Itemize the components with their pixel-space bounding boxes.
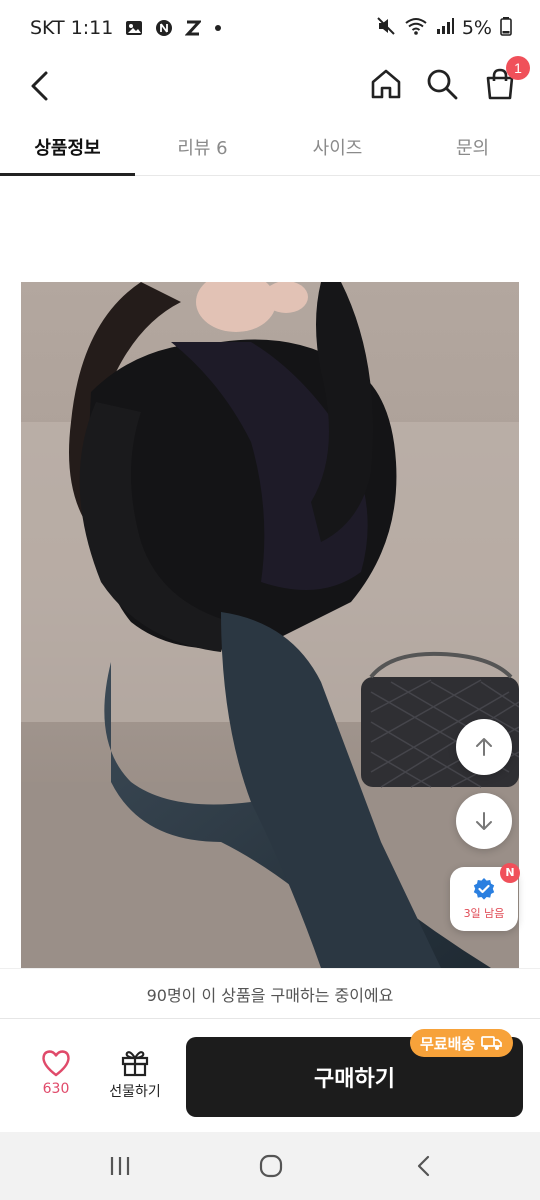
back-chevron-icon (417, 1155, 430, 1177)
new-badge: N (500, 863, 520, 883)
truck-icon (481, 1036, 503, 1050)
buy-label: 구매하기 (314, 1067, 395, 1092)
search-icon (427, 69, 458, 100)
app-header: 1 (0, 56, 540, 118)
wifi-icon (404, 16, 428, 41)
home-button[interactable] (362, 60, 410, 108)
heart-icon (42, 1050, 70, 1077)
product-detail-page: SKT 1:11 5% 1 상품정보 리뷰 6 사이즈 문의 3일 남음 N 9… (0, 0, 540, 1200)
gift-label: 선물하기 (109, 1084, 161, 1100)
free-shipping-label: 무료배송 (420, 1034, 476, 1053)
home-circle-icon (259, 1154, 283, 1178)
back-arrow-icon (31, 71, 48, 101)
z-icon (185, 19, 202, 37)
tab-product-info[interactable]: 상품정보 (0, 118, 135, 176)
home-icon (371, 69, 401, 99)
dot-icon (213, 23, 223, 33)
verified-badge-icon (473, 878, 495, 900)
gift-icon (121, 1051, 149, 1077)
arrow-down-icon (476, 812, 492, 830)
cart-count-badge: 1 (506, 56, 530, 80)
recent-apps-button[interactable] (90, 1146, 150, 1186)
status-left: SKT 1:11 (30, 17, 223, 39)
tab-inquiry[interactable]: 문의 (405, 118, 540, 175)
carrier-time: SKT 1:11 (30, 17, 114, 39)
arrow-up-icon (476, 738, 492, 756)
status-right: 5% (376, 16, 512, 41)
status-bar: SKT 1:11 5% (0, 0, 540, 56)
product-photo (21, 282, 519, 968)
search-button[interactable] (418, 60, 466, 108)
coupon-days-left: 3일 남음 (463, 907, 505, 920)
bottom-action-bar: 630 선물하기 구매하기 무료배송 (0, 1018, 540, 1132)
gift-button[interactable]: 선물하기 (100, 1049, 170, 1109)
free-shipping-badge: 무료배송 (410, 1029, 514, 1057)
system-home-button[interactable] (241, 1146, 301, 1186)
naver-icon (155, 19, 173, 37)
recent-apps-icon (110, 1157, 130, 1175)
like-button[interactable]: 630 (26, 1049, 86, 1109)
scroll-to-bottom-button[interactable] (456, 793, 512, 849)
tab-reviews[interactable]: 리뷰 6 (135, 118, 270, 175)
purchase-activity-notice: 90명이 이 상품을 구매하는 중이에요 (0, 968, 540, 1018)
tab-size[interactable]: 사이즈 (270, 118, 405, 175)
mute-icon (376, 16, 396, 41)
battery-icon (500, 16, 512, 41)
product-tabs: 상품정보 리뷰 6 사이즈 문의 (0, 118, 540, 176)
system-nav-bar (0, 1132, 540, 1200)
notice-text: 90명이 이 상품을 구매하는 중이에요 (146, 985, 394, 1005)
back-button[interactable] (20, 62, 60, 110)
system-back-button[interactable] (394, 1146, 454, 1186)
like-count: 630 (42, 1081, 70, 1097)
signal-icon (436, 17, 454, 40)
battery-percent: 5% (461, 17, 492, 39)
scroll-to-top-button[interactable] (456, 719, 512, 775)
gallery-icon (125, 19, 143, 37)
